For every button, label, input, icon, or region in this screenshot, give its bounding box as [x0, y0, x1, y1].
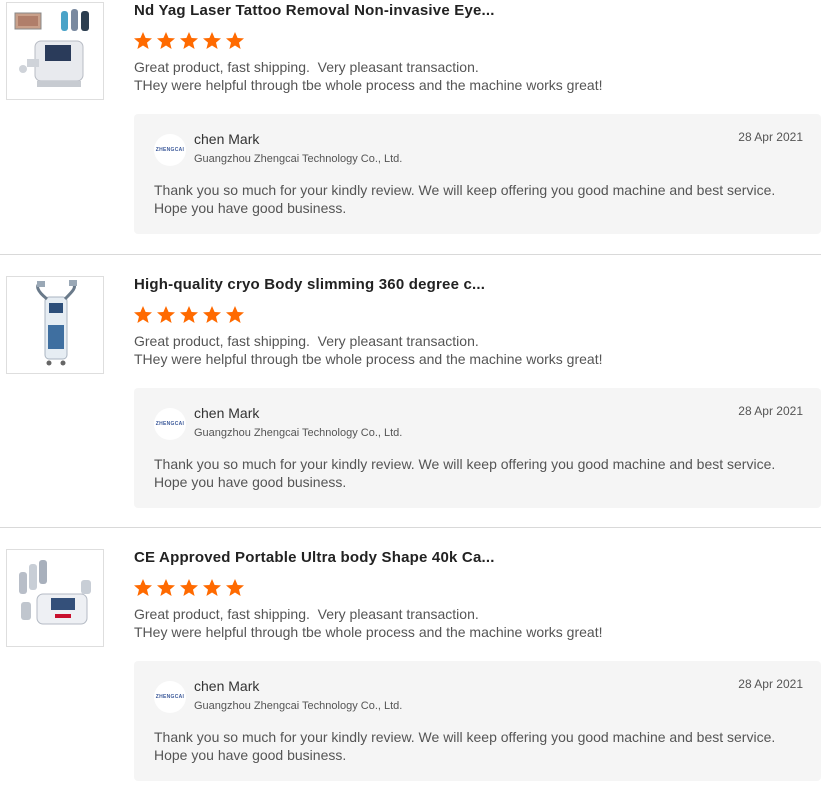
star-icon: [226, 306, 244, 323]
star-icon: [226, 32, 244, 49]
avatar: ZHENGCAI: [154, 408, 186, 440]
seller-reply: ZHENGCAI chen Mark Guangzhou Zhengcai Te…: [134, 114, 821, 234]
reply-author-name: chen Mark: [194, 678, 260, 694]
rating-stars: [133, 31, 245, 51]
review-item: CE Approved Portable Ultra body Shape 40…: [0, 528, 821, 788]
star-icon: [157, 32, 175, 49]
reply-date: 28 Apr 2021: [738, 130, 803, 144]
reply-text: Thank you so much for your kindly review…: [154, 456, 776, 490]
review-item: Nd Yag Laser Tattoo Removal Non-invasive…: [0, 0, 821, 255]
seller-reply: ZHENGCAI chen Mark Guangzhou Zhengcai Te…: [134, 388, 821, 508]
star-icon: [157, 306, 175, 323]
rating-stars: [133, 578, 245, 598]
reply-author-name: chen Mark: [194, 405, 260, 421]
avatar: ZHENGCAI: [154, 681, 186, 713]
review-item: High-quality cryo Body slimming 360 degr…: [0, 255, 821, 528]
review-comment: Great product, fast shipping. Very pleas…: [134, 333, 603, 367]
product-thumbnail[interactable]: [6, 276, 104, 374]
product-title[interactable]: Nd Yag Laser Tattoo Removal Non-invasive…: [134, 2, 495, 19]
reply-text: Thank you so much for your kindly review…: [154, 729, 776, 763]
product-thumbnail[interactable]: [6, 549, 104, 647]
reply-author-name: chen Mark: [194, 131, 260, 147]
seller-reply: ZHENGCAI chen Mark Guangzhou Zhengcai Te…: [134, 661, 821, 781]
star-icon: [226, 579, 244, 596]
product-title[interactable]: CE Approved Portable Ultra body Shape 40…: [134, 549, 495, 566]
star-icon: [180, 32, 198, 49]
star-icon: [134, 32, 152, 49]
review-comment: Great product, fast shipping. Very pleas…: [134, 59, 603, 93]
star-icon: [157, 579, 175, 596]
star-icon: [180, 579, 198, 596]
rating-stars: [133, 305, 245, 325]
product-title[interactable]: High-quality cryo Body slimming 360 degr…: [134, 276, 485, 293]
review-comment: Great product, fast shipping. Very pleas…: [134, 606, 603, 640]
reply-date: 28 Apr 2021: [738, 404, 803, 418]
star-icon: [134, 306, 152, 323]
avatar: ZHENGCAI: [154, 134, 186, 166]
reply-company: Guangzhou Zhengcai Technology Co., Ltd.: [194, 153, 403, 165]
star-icon: [203, 306, 221, 323]
reply-text: Thank you so much for your kindly review…: [154, 182, 776, 216]
star-icon: [203, 579, 221, 596]
product-thumbnail[interactable]: [6, 2, 104, 100]
reply-date: 28 Apr 2021: [738, 677, 803, 691]
star-icon: [134, 579, 152, 596]
star-icon: [180, 306, 198, 323]
reply-company: Guangzhou Zhengcai Technology Co., Ltd.: [194, 427, 403, 439]
star-icon: [203, 32, 221, 49]
reply-company: Guangzhou Zhengcai Technology Co., Ltd.: [194, 700, 403, 712]
